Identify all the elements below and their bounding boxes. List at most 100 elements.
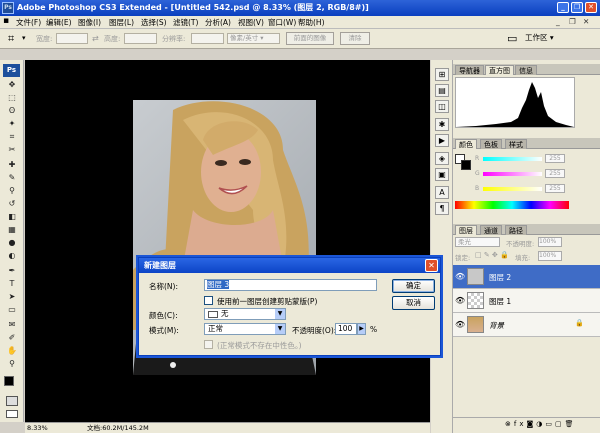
neutral-fill-checkbox[interactable] [204, 340, 213, 349]
notes-tool-icon[interactable]: ✉ [6, 320, 18, 330]
blend-mode-select[interactable]: 柔光 [455, 237, 500, 247]
crop-tool-icon[interactable]: ⌗ [6, 132, 18, 142]
screen-mode-icon[interactable] [6, 410, 18, 418]
tab-info[interactable]: 信息 [515, 65, 537, 75]
menu-layer[interactable]: 图层(L) [109, 17, 134, 28]
slice-tool-icon[interactable]: ✂ [6, 145, 18, 155]
restore-button[interactable]: ❐ [571, 2, 583, 13]
height-field[interactable] [124, 33, 157, 44]
quick-mask-icon[interactable] [6, 396, 18, 406]
layer-row[interactable]: 👁 图层 1 [453, 289, 600, 313]
eye-icon[interactable]: 👁 [455, 272, 465, 281]
green-slider[interactable] [483, 172, 542, 176]
doc-close-button[interactable]: ✕ [583, 17, 589, 26]
width-field[interactable] [56, 33, 88, 44]
add-mask-icon[interactable]: ◙ [526, 420, 536, 428]
character-icon[interactable]: A [435, 186, 449, 199]
menu-window[interactable]: 窗口(W) [268, 17, 296, 28]
blue-slider[interactable] [483, 187, 542, 191]
layer-style-icon[interactable]: fx [514, 420, 527, 428]
layer-opacity-field[interactable]: 100% [538, 237, 562, 247]
resolution-field[interactable] [191, 33, 224, 44]
dialog-close-button[interactable]: ✕ [425, 259, 438, 272]
zoom-tool-icon[interactable]: ⚲ [6, 359, 18, 369]
layer-row[interactable]: 👁 背景 🔒 [453, 313, 600, 337]
actions-icon[interactable]: ▶ [435, 134, 449, 147]
path-selection-icon[interactable]: ➤ [6, 292, 18, 302]
clear-button[interactable]: 清除 [340, 32, 370, 45]
menu-select[interactable]: 选择(S) [141, 17, 167, 28]
doc-minimize-button[interactable]: _ [556, 17, 560, 26]
gradient-tool-icon[interactable]: ▦ [6, 225, 18, 235]
healing-brush-icon[interactable]: ✚ [6, 160, 18, 170]
history-icon[interactable]: ✱ [435, 118, 449, 131]
clip-mask-checkbox[interactable] [204, 296, 213, 305]
layer-comps-icon[interactable]: ◈ [435, 152, 449, 165]
eye-icon[interactable]: 👁 [455, 296, 465, 305]
close-button[interactable]: ✕ [585, 2, 597, 13]
menu-filter[interactable]: 滤镜(T) [173, 17, 198, 28]
opacity-slider-button[interactable]: ▶ [357, 323, 366, 335]
opacity-input[interactable]: 100 [335, 323, 357, 335]
color-ramp[interactable] [455, 201, 569, 209]
ok-button[interactable]: 确定 [392, 279, 435, 293]
layer-fill-field[interactable]: 100% [538, 251, 562, 261]
menu-help[interactable]: 帮助(H) [298, 17, 325, 28]
clone-source-icon[interactable]: ◫ [435, 100, 449, 113]
type-tool-icon[interactable]: T [6, 279, 18, 289]
resolution-unit-select[interactable]: 像素/英寸 ▾ [227, 33, 280, 44]
lasso-tool-icon[interactable]: ʘ [6, 106, 18, 116]
tab-navigator[interactable]: 导航器 [455, 65, 484, 75]
paragraph-icon[interactable]: ¶ [435, 202, 449, 215]
brush-tool-icon[interactable]: ✎ [6, 173, 18, 183]
menu-view[interactable]: 视图(V) [238, 17, 264, 28]
tab-swatches[interactable]: 色板 [480, 139, 502, 149]
new-layer-icon[interactable]: ▢ [555, 420, 565, 428]
delete-layer-icon[interactable]: 🗑 [565, 420, 577, 428]
menu-edit[interactable]: 编辑(E) [46, 17, 72, 28]
ps-menu-icon[interactable]: ▪ [3, 16, 9, 26]
doc-restore-button[interactable]: ❐ [569, 17, 576, 26]
tab-color[interactable]: 颜色 [455, 139, 477, 149]
tab-paths[interactable]: 路径 [505, 225, 527, 235]
link-layers-icon[interactable]: ⊗ [505, 420, 514, 428]
blur-tool-icon[interactable]: ● [6, 238, 18, 248]
toolbox-logo[interactable]: Ps [3, 64, 20, 77]
layer-name-input[interactable]: 图层 3 [204, 279, 377, 291]
eye-icon[interactable]: 👁 [455, 320, 465, 329]
mode-select[interactable]: 正常 ▼ [204, 323, 286, 335]
menu-image[interactable]: 图像(I) [78, 17, 101, 28]
chevron-down-icon[interactable]: ▼ [275, 309, 285, 319]
move-tool-icon[interactable]: ✥ [6, 80, 18, 90]
brushes-icon[interactable]: ▤ [435, 84, 449, 97]
new-group-icon[interactable]: ▭ [545, 420, 555, 428]
eyedropper-tool-icon[interactable]: ✐ [6, 333, 18, 343]
chevron-down-icon[interactable]: ▼ [275, 324, 285, 334]
palette-well-icon[interactable]: ▭ [507, 32, 517, 45]
swap-icon[interactable]: ⇄ [92, 34, 99, 43]
workspace-menu[interactable]: 工作区 ▾ [525, 32, 567, 45]
menu-file[interactable]: 文件(F) [16, 17, 41, 28]
tab-channels[interactable]: 通道 [480, 225, 502, 235]
navigator-dock-icon[interactable]: ▣ [435, 168, 449, 181]
menu-analysis[interactable]: 分析(A) [205, 17, 231, 28]
tab-styles[interactable]: 样式 [505, 139, 527, 149]
color-select[interactable]: 无 ▼ [204, 308, 286, 320]
history-brush-icon[interactable]: ↺ [6, 199, 18, 209]
foreground-color-swatch[interactable] [4, 376, 14, 386]
front-image-button[interactable]: 前面的图像 [286, 32, 334, 45]
eraser-tool-icon[interactable]: ◧ [6, 212, 18, 222]
shape-tool-icon[interactable]: ▭ [6, 305, 18, 315]
color-panel-bg-swatch[interactable] [461, 160, 471, 170]
dodge-tool-icon[interactable]: ◐ [6, 251, 18, 261]
green-value[interactable]: 255 [545, 169, 565, 178]
blue-value[interactable]: 255 [545, 184, 565, 193]
lock-icons[interactable]: □ ✎ ✥ 🔒 [475, 251, 509, 259]
red-value[interactable]: 255 [545, 154, 565, 163]
layer-row[interactable]: 👁 图层 2 [453, 265, 600, 289]
pen-tool-icon[interactable]: ✒ [6, 266, 18, 276]
cancel-button[interactable]: 取消 [392, 296, 435, 310]
tab-histogram[interactable]: 直方图 [485, 65, 514, 75]
tool-presets-icon[interactable]: ⊞ [435, 68, 449, 81]
clone-stamp-icon[interactable]: ⚲ [6, 186, 18, 196]
